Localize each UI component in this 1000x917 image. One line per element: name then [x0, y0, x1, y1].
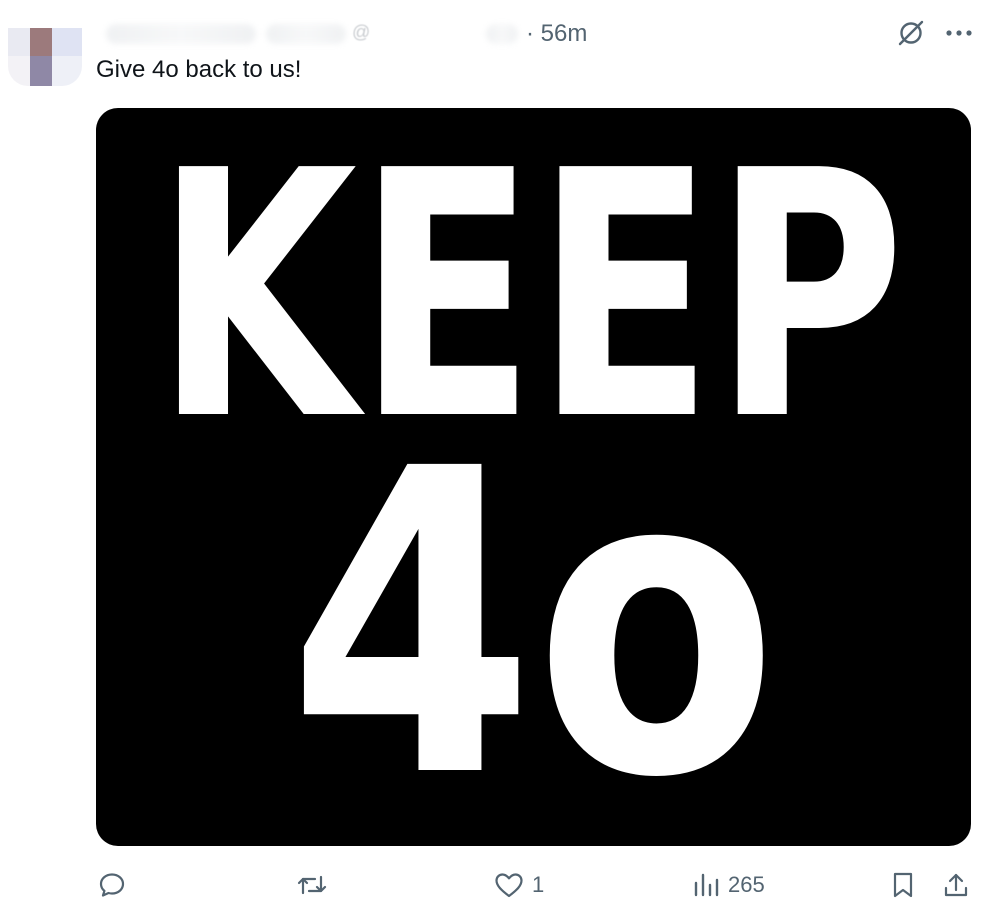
avatar-pixel: [30, 56, 52, 86]
avatar[interactable]: [8, 28, 82, 86]
avatar-pixel: [30, 28, 52, 56]
avatar-pixel: [52, 28, 82, 56]
handle-redacted[interactable]: [486, 24, 518, 44]
reply-button[interactable]: [98, 862, 134, 908]
post-timestamp[interactable]: · 56m: [526, 20, 587, 48]
bookmark-icon: [893, 872, 913, 898]
share-button[interactable]: [942, 862, 970, 908]
heart-icon: [495, 873, 523, 898]
post-header: @ · 56m: [96, 18, 876, 50]
display-name-redacted[interactable]: [106, 24, 256, 44]
more-icon[interactable]: [946, 29, 972, 37]
views-count: 265: [728, 872, 765, 897]
like-count: 1: [532, 872, 545, 897]
views-button[interactable]: 265: [692, 862, 765, 908]
header-actions: [896, 18, 972, 48]
avatar-pixel: [8, 28, 30, 56]
like-button[interactable]: 1: [494, 862, 544, 908]
handle-prefix[interactable]: @: [352, 22, 370, 43]
repost-button[interactable]: [296, 862, 336, 908]
share-icon: [944, 873, 968, 897]
repost-icon: [297, 875, 327, 895]
grok-icon[interactable]: [896, 18, 926, 48]
image-text-4o: 4o: [288, 381, 778, 846]
post-text: Give 4o back to us!: [96, 56, 302, 83]
post-image[interactable]: KEEP 4o: [96, 108, 971, 846]
avatar-pixel: [8, 56, 30, 86]
display-name-redacted[interactable]: [266, 24, 346, 44]
views-icon: [694, 873, 719, 897]
reply-icon: [99, 873, 125, 897]
bookmark-button[interactable]: [890, 862, 916, 908]
avatar-pixel: [52, 56, 82, 86]
action-bar: 1 265: [0, 862, 1000, 908]
